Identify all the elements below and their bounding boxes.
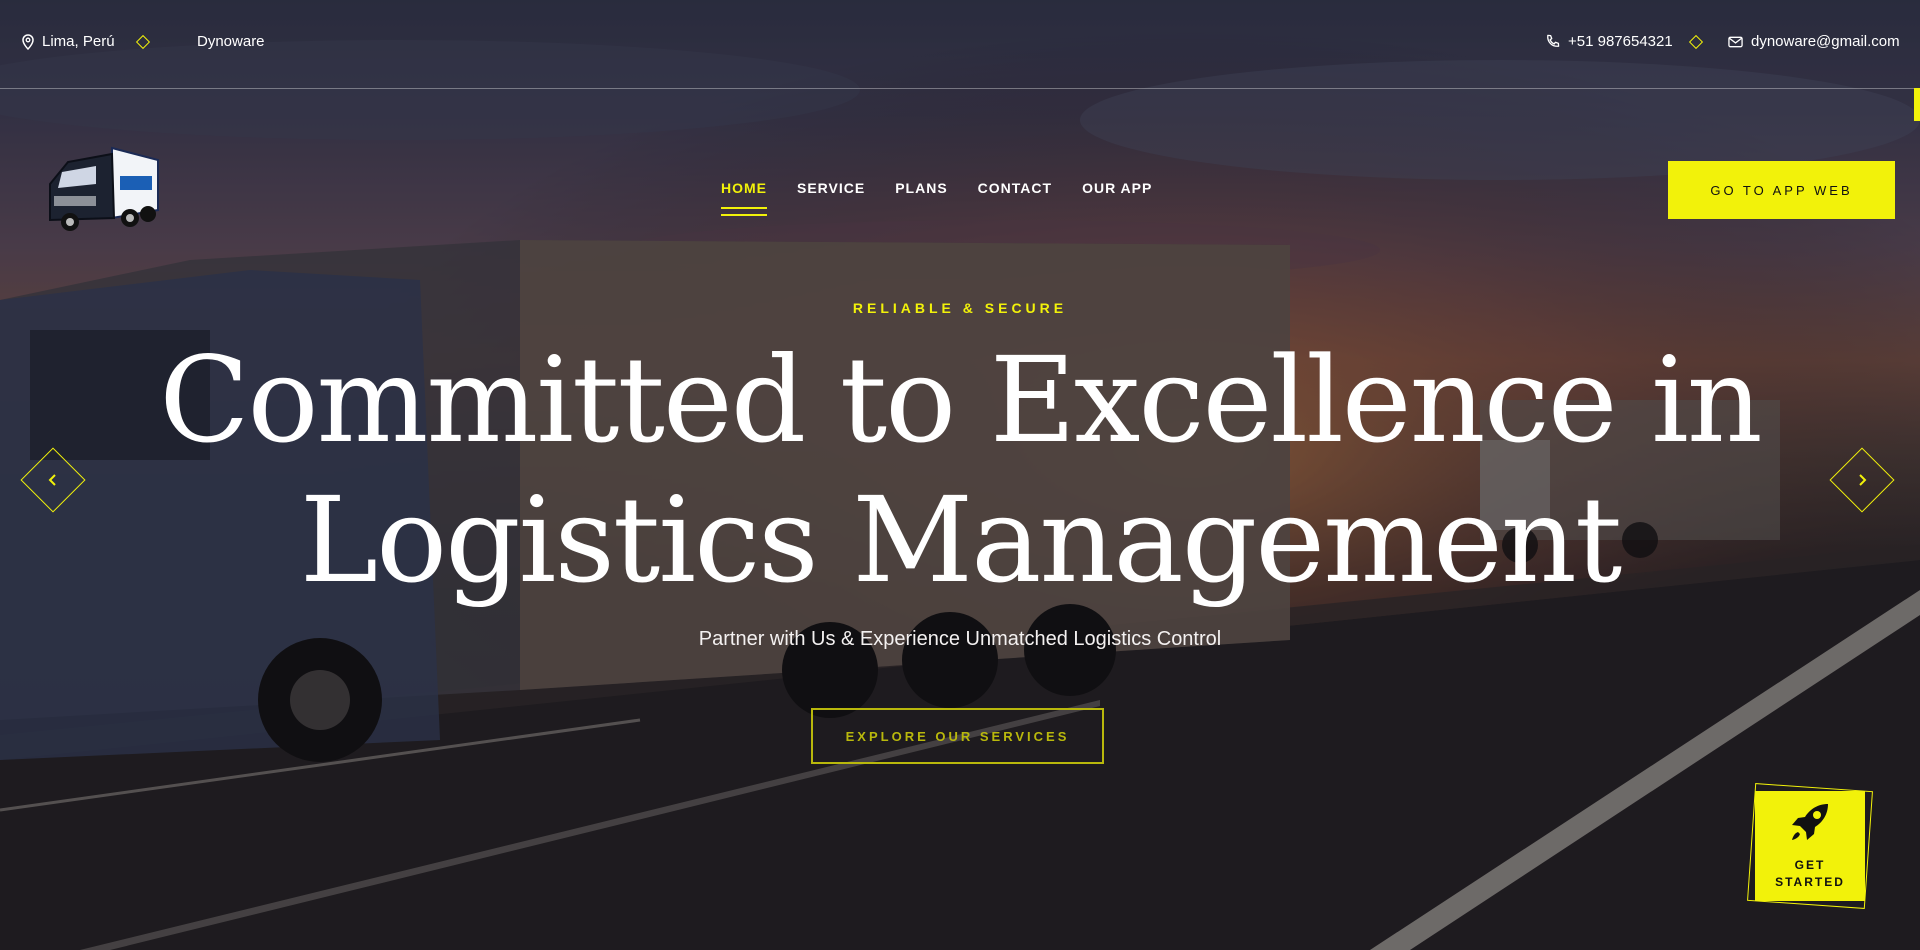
hero-headline-line2: Logistics Management xyxy=(299,471,1623,609)
hero-headline: Committed to Excellence in Logistics Man… xyxy=(0,330,1920,610)
get-started-button[interactable]: GET STARTED xyxy=(1747,783,1873,909)
get-started-box: GET STARTED xyxy=(1755,791,1865,901)
get-started-label: GET STARTED xyxy=(1775,857,1845,891)
hero-kicker: RELIABLE & SECURE xyxy=(852,300,1068,316)
phone-info[interactable]: +51 987654321 xyxy=(1545,33,1673,50)
nav-home[interactable]: HOME xyxy=(721,180,767,216)
truck-logo-icon xyxy=(49,146,159,231)
main-navigation: HOME SERVICE PLANS CONTACT OUR APP xyxy=(721,180,1152,216)
explore-services-button[interactable]: EXPLORE OUR SERVICES xyxy=(811,708,1104,764)
map-pin-icon xyxy=(22,33,34,50)
hero-subline: Partner with Us & Experience Unmatched L… xyxy=(698,628,1222,650)
nav-contact[interactable]: CONTACT xyxy=(978,180,1052,196)
separator-diamond-icon xyxy=(1688,34,1704,50)
location-text: Lima, Perú xyxy=(42,33,115,50)
email-text[interactable]: dynoware@gmail.com xyxy=(1751,33,1900,50)
company-text: Dynoware xyxy=(197,33,265,50)
separator-diamond-icon xyxy=(135,34,151,50)
company-info: Dynoware xyxy=(197,33,265,50)
phone-icon xyxy=(1545,34,1560,49)
get-started-line1: GET xyxy=(1794,858,1826,872)
chevron-left-icon xyxy=(31,458,75,502)
scroll-indicator[interactable] xyxy=(1914,88,1920,121)
email-info[interactable]: dynoware@gmail.com xyxy=(1728,33,1900,50)
nav-plans[interactable]: PLANS xyxy=(895,180,947,196)
get-started-line2: STARTED xyxy=(1775,875,1845,889)
rocket-icon xyxy=(1786,798,1834,851)
nav-service[interactable]: SERVICE xyxy=(797,180,865,196)
nav-our-app[interactable]: OUR APP xyxy=(1082,180,1152,196)
phone-text[interactable]: +51 987654321 xyxy=(1568,33,1673,50)
mail-icon xyxy=(1728,36,1743,48)
go-to-app-web-button[interactable]: GO TO APP WEB xyxy=(1668,161,1895,219)
chevron-right-icon xyxy=(1840,458,1884,502)
hero-headline-line1: Committed to Excellence in xyxy=(159,331,1763,469)
site-logo[interactable] xyxy=(40,138,164,232)
top-info-bar: Lima, Perú Dynoware +51 987654321 dynowa… xyxy=(0,0,1920,89)
location-info: Lima, Perú xyxy=(22,33,115,50)
